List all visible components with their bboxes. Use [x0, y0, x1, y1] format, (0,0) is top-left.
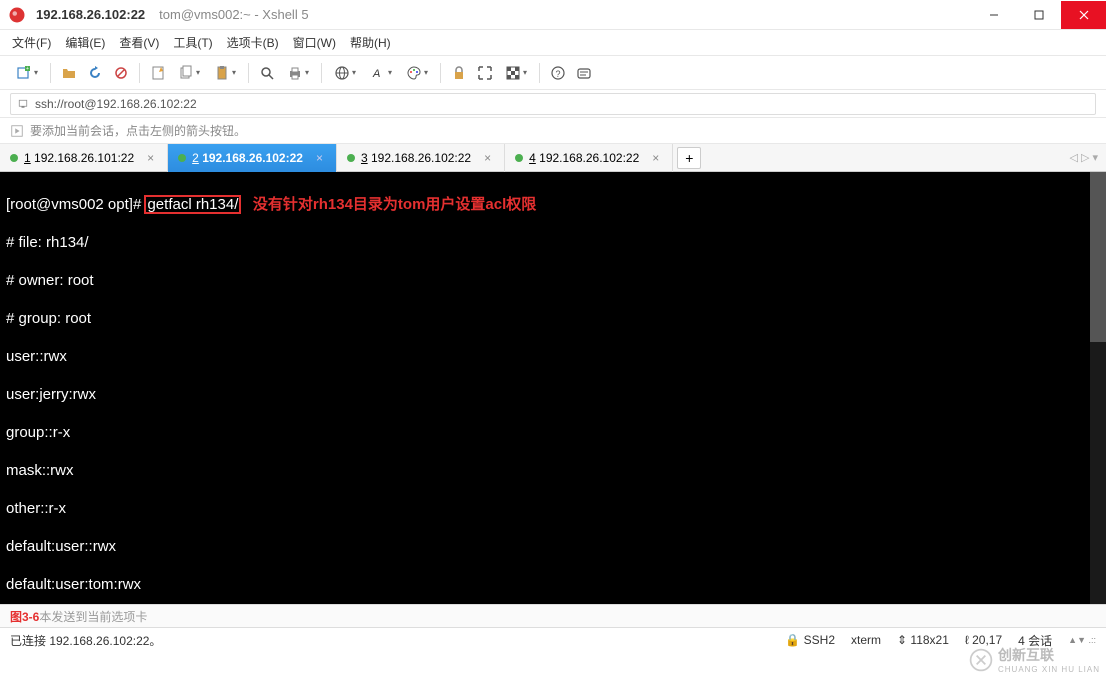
session-tab-3[interactable]: 3 192.168.26.102:22×	[337, 144, 505, 172]
paste-button[interactable]: ▾	[208, 61, 242, 85]
font-button[interactable]: A▾	[364, 61, 398, 85]
statusbar: 已连接 192.168.26.102:22。 🔒 SSH2 xterm ⇕ 11…	[0, 628, 1106, 652]
session-tab-4[interactable]: 4 192.168.26.102:22×	[505, 144, 673, 172]
disconnect-button[interactable]	[109, 61, 133, 85]
figure-bar: 图3-6本发送到当前选项卡	[0, 604, 1106, 628]
status-dot-icon	[10, 154, 18, 162]
menu-tools[interactable]: 工具(T)	[173, 34, 212, 51]
menu-tab[interactable]: 选项卡(B)	[227, 34, 279, 51]
maximize-button[interactable]	[1016, 1, 1061, 29]
figure-text: 本发送到当前选项卡	[39, 608, 147, 625]
titlebar: 192.168.26.102:22 tom@vms002:~ - Xshell …	[0, 0, 1106, 30]
figure-label: 图3-6	[10, 608, 39, 625]
status-protocol: SSH2	[804, 633, 835, 647]
find-button[interactable]	[255, 61, 279, 85]
session-tab-2[interactable]: 2 192.168.26.102:22×	[168, 144, 337, 172]
tab-scroll[interactable]: ◁ ▷ ▾	[1069, 151, 1106, 164]
open-button[interactable]	[57, 61, 81, 85]
status-connection: 已连接 192.168.26.102:22。	[10, 632, 161, 649]
encoding-button[interactable]: ▾	[328, 61, 362, 85]
minimize-button[interactable]	[971, 1, 1016, 29]
window-subtitle: tom@vms002:~ - Xshell 5	[159, 7, 308, 22]
terminal-scrollbar[interactable]	[1090, 172, 1106, 604]
new-session-button[interactable]: +▾	[10, 61, 44, 85]
hint-text: 要添加当前会话，点击左侧的箭头按钮。	[30, 122, 246, 139]
tabbar: 1 192.168.26.101:22× 2 192.168.26.102:22…	[0, 144, 1106, 172]
help-button[interactable]: ?	[546, 61, 570, 85]
menu-window[interactable]: 窗口(W)	[293, 34, 336, 51]
lock-button[interactable]	[447, 61, 471, 85]
hintbar: 要添加当前会话，点击左侧的箭头按钮。	[0, 118, 1106, 144]
status-dot-icon	[347, 154, 355, 162]
cmd-highlight: getfacl rh134/	[145, 196, 240, 213]
app-logo-icon	[8, 6, 26, 24]
status-termtype: xterm	[851, 633, 881, 647]
fullscreen-button[interactable]	[473, 61, 497, 85]
add-tab-button[interactable]: +	[677, 147, 701, 169]
session-tab-1[interactable]: 1 192.168.26.101:22×	[0, 144, 168, 172]
tab-close-icon[interactable]: ×	[481, 151, 494, 165]
host-icon	[17, 98, 29, 110]
transparency-button[interactable]: ▾	[499, 61, 533, 85]
status-position: 20,17	[972, 633, 1002, 647]
menu-help[interactable]: 帮助(H)	[350, 34, 391, 51]
status-sessions: 4 会话	[1018, 632, 1052, 649]
status-dot-icon	[515, 154, 523, 162]
menubar: 文件(F) 编辑(E) 查看(V) 工具(T) 选项卡(B) 窗口(W) 帮助(…	[0, 30, 1106, 56]
menu-view[interactable]: 查看(V)	[119, 34, 159, 51]
reconnect-button[interactable]	[83, 61, 107, 85]
terminal[interactable]: [root@vms002 opt]# getfacl rh134/ 没有针对rh…	[0, 172, 1106, 604]
tab-close-icon[interactable]: ×	[144, 151, 157, 165]
menu-edit[interactable]: 编辑(E)	[65, 34, 105, 51]
status-dot-icon	[178, 154, 186, 162]
annotation: 没有针对rh134目录为tom用户设置acl权限	[253, 196, 536, 213]
copy-button[interactable]: ▾	[172, 61, 206, 85]
print-button[interactable]: ▾	[281, 61, 315, 85]
properties-button[interactable]	[146, 61, 170, 85]
compose-button[interactable]	[572, 61, 596, 85]
close-button[interactable]	[1061, 1, 1106, 29]
svg-text:A: A	[372, 68, 380, 80]
window-title: 192.168.26.102:22	[36, 7, 145, 22]
svg-text:+: +	[26, 66, 29, 72]
addressbar: ssh://root@192.168.26.102:22	[0, 90, 1106, 118]
toolbar: +▾ ▾ ▾ ▾ ▾ A▾ ▾ ▾ ?	[0, 56, 1106, 90]
address-text: ssh://root@192.168.26.102:22	[35, 97, 197, 111]
tab-close-icon[interactable]: ×	[313, 151, 326, 165]
add-arrow-icon[interactable]	[10, 124, 24, 138]
address-input[interactable]: ssh://root@192.168.26.102:22	[10, 93, 1096, 115]
status-size: 118x21	[910, 633, 948, 647]
tab-close-icon[interactable]: ×	[649, 151, 662, 165]
svg-text:?: ?	[555, 69, 560, 79]
menu-file[interactable]: 文件(F)	[12, 34, 51, 51]
color-button[interactable]: ▾	[400, 61, 434, 85]
